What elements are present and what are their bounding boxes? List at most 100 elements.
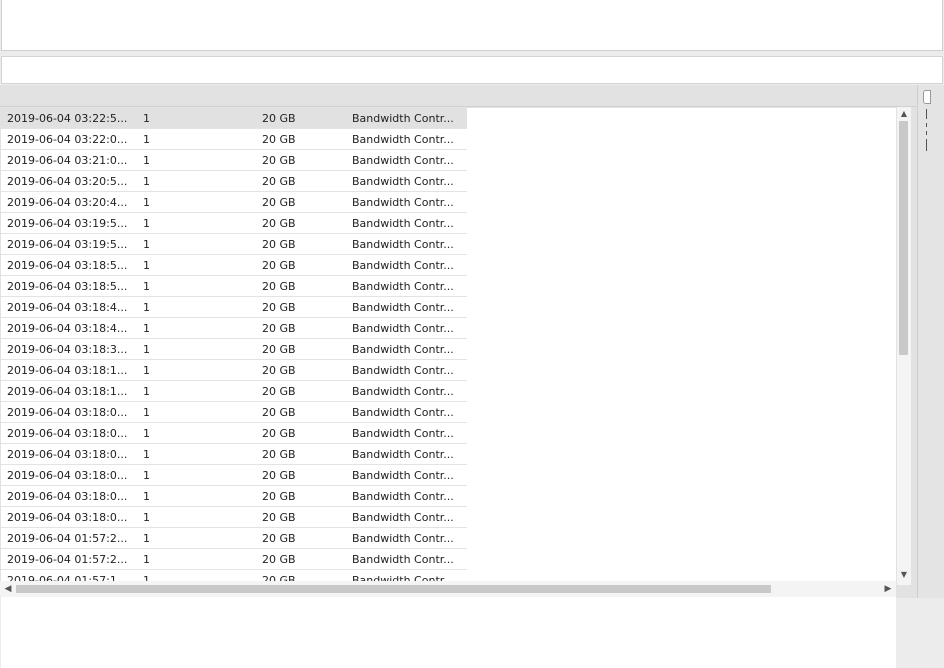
table-row[interactable]: 2019-06-04 03:18:4... 1 20 GB Bandwidth Con… xyxy=(1,297,467,318)
type-cell: Bandwidth Contr... xyxy=(352,132,454,146)
timestamp-cell: 2019-06-04 03:18:4... xyxy=(7,300,128,314)
table-row[interactable]: 2019-06-04 01:57:2... 1 20 GB Bandwidth Con… xyxy=(1,549,467,570)
type-cell: Bandwidth Contr... xyxy=(352,552,454,566)
timestamp-cell: 2019-06-04 03:18:0... xyxy=(7,447,128,461)
timestamp-cell: 2019-06-04 03:20:5... xyxy=(7,174,128,188)
count-cell: 1 xyxy=(143,426,150,440)
table-row[interactable]: 2019-06-04 03:18:5... 1 20 GB Bandwidth Con… xyxy=(1,255,467,276)
scroll-right-arrow-icon[interactable]: ▶ xyxy=(882,583,894,595)
size-cell: 20 GB xyxy=(262,552,296,566)
count-cell: 1 xyxy=(143,447,150,461)
type-cell: Bandwidth Contr... xyxy=(352,153,454,167)
table-row[interactable]: 2019-06-04 03:18:0... 1 20 GB Bandwidth Con… xyxy=(1,465,467,486)
type-cell: Bandwidth Contr... xyxy=(352,279,454,293)
type-cell: Bandwidth Contr... xyxy=(352,447,454,461)
scroll-left-arrow-icon[interactable]: ◀ xyxy=(2,583,14,595)
timestamp-cell: 2019-06-04 03:21:0... xyxy=(7,153,128,167)
count-cell: 1 xyxy=(143,384,150,398)
size-cell: 20 GB xyxy=(262,216,296,230)
table-header xyxy=(0,85,917,107)
size-cell: 20 GB xyxy=(262,132,296,146)
size-cell: 20 GB xyxy=(262,447,296,461)
type-cell: Bandwidth Contr... xyxy=(352,510,454,524)
table-row[interactable]: 2019-06-04 03:18:0... 1 20 GB Bandwidth Con… xyxy=(1,486,467,507)
count-cell: 1 xyxy=(143,489,150,503)
table-row[interactable]: 2019-06-04 03:18:4... 1 20 GB Bandwidth Con… xyxy=(1,318,467,339)
count-cell: 1 xyxy=(143,195,150,209)
size-cell: 20 GB xyxy=(262,153,296,167)
type-cell: Bandwidth Contr... xyxy=(352,384,454,398)
type-cell: Bandwidth Contr... xyxy=(352,321,454,335)
timestamp-cell: 2019-06-04 03:22:0... xyxy=(7,132,128,146)
table-row[interactable]: 2019-06-04 03:18:5... 1 20 GB Bandwidth Con… xyxy=(1,276,467,297)
size-cell: 20 GB xyxy=(262,279,296,293)
divider-grip-icon xyxy=(926,123,927,127)
table-body: 2019-06-04 03:22:5... 1 20 GB Bandwidth Con… xyxy=(1,108,896,583)
size-cell: 20 GB xyxy=(262,195,296,209)
size-cell: 20 GB xyxy=(262,342,296,356)
count-cell: 1 xyxy=(143,111,150,125)
table-row[interactable]: 2019-06-04 03:18:0... 1 20 GB Bandwidth Con… xyxy=(1,402,467,423)
type-cell: Bandwidth Contr... xyxy=(352,342,454,356)
timestamp-cell: 2019-06-04 03:18:1... xyxy=(7,384,128,398)
horizontal-scroll-thumb[interactable] xyxy=(16,585,771,593)
table-row[interactable]: 2019-06-04 03:18:0... 1 20 GB Bandwidth Con… xyxy=(1,444,467,465)
type-cell: Bandwidth Contr... xyxy=(352,426,454,440)
table-row[interactable]: 2019-06-04 03:18:3... 1 20 GB Bandwidth Con… xyxy=(1,339,467,360)
timestamp-cell: 2019-06-04 03:18:0... xyxy=(7,510,128,524)
type-cell: Bandwidth Contr... xyxy=(352,174,454,188)
scroll-up-arrow-icon[interactable]: ▲ xyxy=(899,109,909,119)
timestamp-cell: 2019-06-04 03:18:4... xyxy=(7,321,128,335)
size-cell: 20 GB xyxy=(262,237,296,251)
size-cell: 20 GB xyxy=(262,426,296,440)
timestamp-cell: 2019-06-04 03:18:0... xyxy=(7,405,128,419)
divider-grip-icon xyxy=(926,109,927,119)
type-cell: Bandwidth Contr... xyxy=(352,195,454,209)
results-table-area: 2019-06-04 03:22:5... 1 20 GB Bandwidth Con… xyxy=(0,85,917,668)
table-row[interactable]: 2019-06-04 03:20:5... 1 20 GB Bandwidth Con… xyxy=(1,171,467,192)
type-cell: Bandwidth Contr... xyxy=(352,237,454,251)
table-row[interactable]: 2019-06-04 03:18:0... 1 20 GB Bandwidth Con… xyxy=(1,507,467,528)
type-cell: Bandwidth Contr... xyxy=(352,468,454,482)
type-cell: Bandwidth Contr... xyxy=(352,531,454,545)
side-panel-divider[interactable] xyxy=(917,85,944,598)
vertical-scroll-thumb[interactable] xyxy=(899,121,908,355)
filter-bar[interactable] xyxy=(1,56,943,84)
timestamp-cell: 2019-06-04 03:19:5... xyxy=(7,237,128,251)
type-cell: Bandwidth Contr... xyxy=(352,300,454,314)
timestamp-cell: 2019-06-04 03:22:5... xyxy=(7,111,128,125)
table-row[interactable]: 2019-06-04 03:18:0... 1 20 GB Bandwidth Con… xyxy=(1,423,467,444)
table-row[interactable]: 2019-06-04 03:18:1... 1 20 GB Bandwidth Con… xyxy=(1,381,467,402)
table-row[interactable]: 2019-06-04 03:21:0... 1 20 GB Bandwidth Con… xyxy=(1,150,467,171)
table-row[interactable]: 2019-06-04 01:57:2... 1 20 GB Bandwidth Con… xyxy=(1,528,467,549)
size-cell: 20 GB xyxy=(262,510,296,524)
count-cell: 1 xyxy=(143,237,150,251)
scroll-down-arrow-icon[interactable]: ▼ xyxy=(899,570,909,580)
timestamp-cell: 2019-06-04 01:57:2... xyxy=(7,552,128,566)
table-row[interactable]: 2019-06-04 03:19:5... 1 20 GB Bandwidth Con… xyxy=(1,213,467,234)
vertical-scrollbar[interactable]: ▲ ▼ xyxy=(897,107,911,585)
size-cell: 20 GB xyxy=(262,384,296,398)
size-cell: 20 GB xyxy=(262,468,296,482)
timestamp-cell: 2019-06-04 03:18:0... xyxy=(7,426,128,440)
size-cell: 20 GB xyxy=(262,363,296,377)
type-cell: Bandwidth Contr... xyxy=(352,216,454,230)
table-row[interactable]: 2019-06-04 03:22:5... 1 20 GB Bandwidth Con… xyxy=(1,108,467,129)
horizontal-scrollbar[interactable]: ◀ ▶ xyxy=(0,581,896,597)
table-row[interactable]: 2019-06-04 03:18:1... 1 20 GB Bandwidth Con… xyxy=(1,360,467,381)
count-cell: 1 xyxy=(143,279,150,293)
count-cell: 1 xyxy=(143,174,150,188)
count-cell: 1 xyxy=(143,552,150,566)
size-cell: 20 GB xyxy=(262,300,296,314)
count-cell: 1 xyxy=(143,468,150,482)
table-row[interactable]: 2019-06-04 03:19:5... 1 20 GB Bandwidth Con… xyxy=(1,234,467,255)
table-row[interactable]: 2019-06-04 03:22:0... 1 20 GB Bandwidth Con… xyxy=(1,129,467,150)
collapse-handle-icon[interactable] xyxy=(923,90,931,104)
table-row[interactable]: 2019-06-04 03:20:4... 1 20 GB Bandwidth Con… xyxy=(1,192,467,213)
count-cell: 1 xyxy=(143,216,150,230)
timestamp-cell: 2019-06-04 03:19:5... xyxy=(7,216,128,230)
type-cell: Bandwidth Contr... xyxy=(352,363,454,377)
timestamp-cell: 2019-06-04 03:18:3... xyxy=(7,342,128,356)
type-cell: Bandwidth Contr... xyxy=(352,258,454,272)
count-cell: 1 xyxy=(143,342,150,356)
